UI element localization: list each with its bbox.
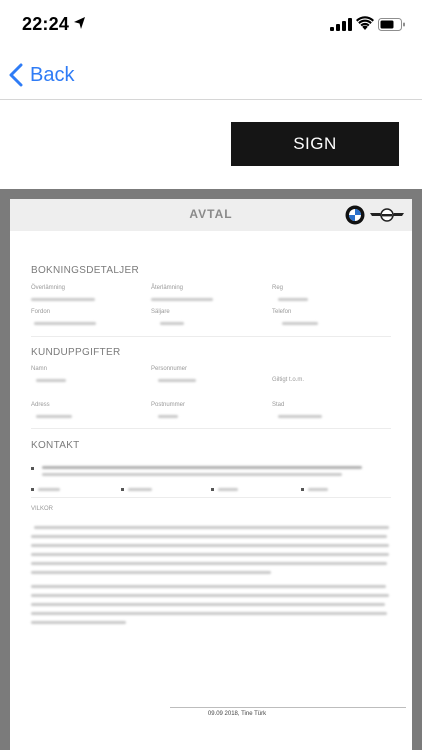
- redacted-text-line: [31, 594, 389, 597]
- redacted-text-line: [31, 535, 387, 538]
- navigation-bar: Back: [0, 50, 422, 100]
- signature-date-name: 09.09 2018, Tine Türk: [207, 711, 267, 717]
- agreement-document: AVTAL BOKNINGSDETALJER Överlämning Återl…: [10, 199, 412, 750]
- redacted-text-line: [31, 571, 271, 574]
- bmw-logo-icon: [345, 205, 365, 225]
- redacted-text-line: [31, 562, 387, 565]
- field-label: Fordon: [31, 309, 51, 315]
- field-label: Säljare: [151, 309, 170, 315]
- redacted-value: [42, 473, 342, 476]
- back-button[interactable]: Back: [8, 62, 74, 88]
- redacted-value: [38, 488, 60, 491]
- redacted-text-line: [31, 603, 385, 606]
- section-divider: [31, 428, 391, 429]
- battery-icon: [378, 18, 405, 31]
- redacted-text-line: [31, 621, 126, 624]
- section-divider: [31, 336, 391, 337]
- location-arrow-icon: [74, 17, 85, 29]
- section-title-contact: KONTAKT: [31, 440, 80, 451]
- field-label: Giltigt t.o.m.: [272, 377, 305, 383]
- redacted-value: [158, 415, 178, 418]
- field-label: Reg: [272, 285, 284, 291]
- cellular-signal-icon: [330, 18, 352, 31]
- wifi-icon: [356, 16, 374, 30]
- sign-button[interactable]: SIGN: [231, 122, 399, 166]
- redacted-text-line: [31, 553, 389, 556]
- section-title-booking: BOKNINGSDETALJER: [31, 265, 139, 276]
- field-label: Stad: [272, 402, 285, 408]
- redacted-value: [31, 298, 95, 301]
- redacted-value: [282, 322, 318, 325]
- section-title-customer: KUNDUPPGIFTER: [31, 347, 121, 358]
- list-bullet: [121, 488, 124, 491]
- redacted-text-line: [31, 585, 386, 588]
- list-bullet: [301, 488, 304, 491]
- redacted-value: [151, 298, 213, 301]
- signature-line: [170, 707, 406, 708]
- document-viewer[interactable]: AVTAL BOKNINGSDETALJER Överlämning Återl…: [0, 189, 422, 750]
- mini-logo-icon: [370, 208, 404, 222]
- redacted-text-line: [31, 612, 387, 615]
- field-label: Personnumer: [151, 366, 188, 372]
- section-title-terms: VILKOR: [31, 506, 54, 512]
- redacted-value: [42, 466, 362, 469]
- status-bar: 22:24: [0, 0, 422, 50]
- status-time: 22:24: [22, 14, 70, 34]
- redacted-text-line: [34, 526, 389, 529]
- redacted-value: [218, 488, 238, 491]
- list-bullet: [31, 488, 34, 491]
- redacted-value: [34, 322, 96, 325]
- back-label: Back: [30, 63, 75, 86]
- redacted-value: [36, 379, 66, 382]
- redacted-value: [128, 488, 152, 491]
- redacted-value: [308, 488, 328, 491]
- section-divider: [31, 497, 391, 498]
- field-label: Postnummer: [151, 402, 186, 408]
- redacted-value: [278, 298, 308, 301]
- redacted-value: [160, 322, 184, 325]
- field-label: Namn: [31, 366, 48, 372]
- field-label: Telefon: [272, 309, 292, 315]
- document-header: AVTAL: [10, 199, 412, 231]
- list-bullet: [211, 488, 214, 491]
- redacted-value: [36, 415, 72, 418]
- field-label: Adress: [31, 402, 50, 408]
- field-label: Återlämning: [151, 285, 184, 291]
- list-bullet: [31, 467, 34, 470]
- redacted-value: [278, 415, 322, 418]
- redacted-text-line: [31, 544, 389, 547]
- chevron-left-icon: [9, 63, 23, 87]
- field-label: Överlämning: [31, 285, 66, 291]
- redacted-value: [158, 379, 196, 382]
